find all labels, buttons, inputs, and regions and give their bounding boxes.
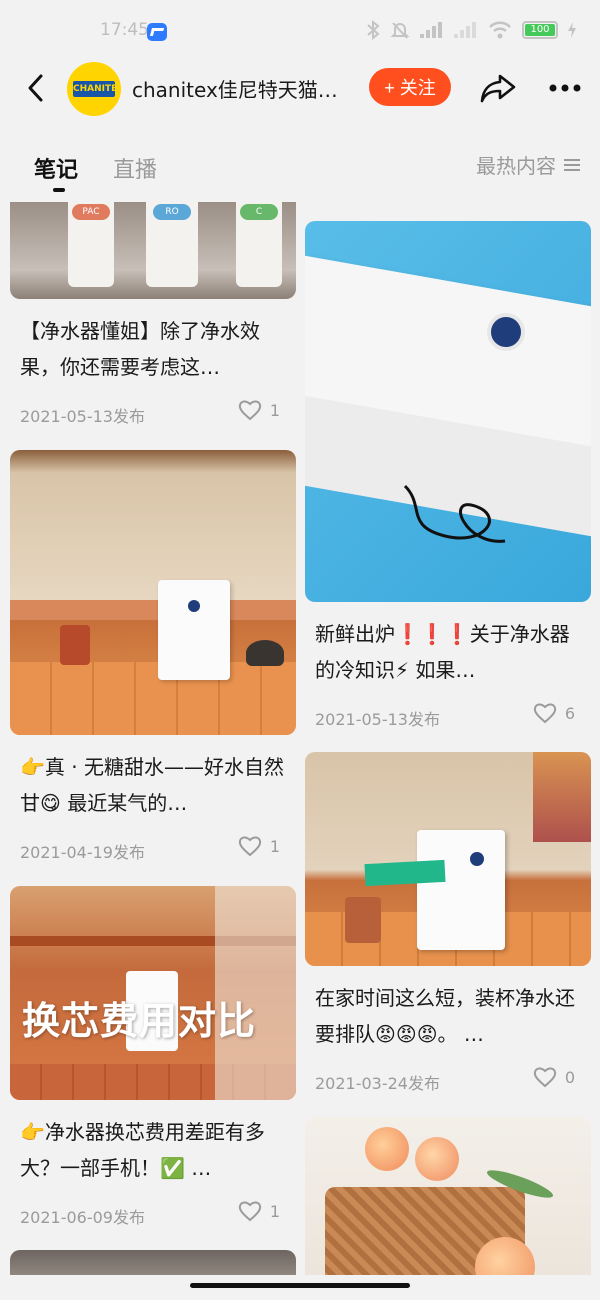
follow-button[interactable]: + 关注 bbox=[369, 68, 451, 106]
post-image-filters[interactable]: PAC RO C bbox=[10, 202, 296, 299]
battery-level: 100 bbox=[525, 24, 555, 36]
charging-icon bbox=[568, 22, 576, 38]
status-icons: 100 bbox=[366, 20, 576, 40]
shop-logo: CHANITEX bbox=[73, 81, 121, 97]
post-meta: 2021-04-19发布 1 bbox=[10, 835, 296, 865]
like-button[interactable]: 1 bbox=[238, 399, 280, 421]
sort-selector[interactable]: 最热内容 bbox=[476, 150, 580, 179]
app-notification-icon bbox=[147, 23, 167, 41]
post-card[interactable]: PAC RO C 【净水器懂姐】除了净水效果，你还需要考虑这… 2021-05-… bbox=[10, 202, 296, 429]
post-date: 2021-06-09发布 bbox=[20, 1208, 145, 1227]
post-card[interactable]: 换芯费用对比 👉净水器换芯费用差距有多大？一部手机！✅ … 2021-06-09… bbox=[10, 886, 296, 1230]
list-menu-icon bbox=[564, 158, 580, 171]
heart-icon bbox=[533, 703, 556, 724]
like-count: 1 bbox=[269, 1201, 280, 1221]
bluetooth-icon bbox=[367, 20, 380, 40]
tab-notes[interactable]: 笔记 bbox=[34, 152, 78, 184]
like-button[interactable]: 0 bbox=[533, 1066, 575, 1088]
more-options-icon[interactable] bbox=[545, 70, 585, 106]
sort-label: 最热内容 bbox=[476, 154, 556, 178]
battery-icon: 100 bbox=[522, 21, 558, 39]
post-meta: 2021-06-09发布 1 bbox=[10, 1200, 296, 1230]
post-meta: 2021-03-24发布 0 bbox=[305, 1066, 591, 1096]
post-image-kitchen-tape[interactable] bbox=[305, 752, 591, 966]
status-time: 17:45 bbox=[100, 20, 149, 40]
post-image-peaches[interactable] bbox=[305, 1117, 591, 1287]
like-button[interactable]: 1 bbox=[238, 1200, 280, 1222]
heart-icon bbox=[238, 836, 261, 857]
post-title: 【净水器懂姐】除了净水效果，你还需要考虑这… bbox=[20, 319, 260, 379]
shop-avatar[interactable]: CHANITEX bbox=[67, 62, 121, 116]
post-date: 2021-05-13发布 bbox=[20, 407, 145, 426]
like-count: 1 bbox=[269, 836, 280, 856]
like-count: 0 bbox=[564, 1067, 575, 1087]
post-card[interactable]: 在家时间这么短，装杯净水还要排队😡😡😡。 … 2021-03-24发布 0 bbox=[305, 752, 591, 1096]
post-image-device-blue[interactable] bbox=[305, 221, 591, 602]
tab-live[interactable]: 直播 bbox=[113, 152, 157, 184]
top-bar: CHANITEX chanitex佳尼特天猫… + 关注 bbox=[0, 62, 600, 116]
post-date: 2021-03-24发布 bbox=[315, 1074, 440, 1093]
post-card[interactable]: 👉真 · 无糖甜水——好水自然甘😋 最近某气的… 2021-04-19发布 1 bbox=[10, 450, 296, 865]
share-icon[interactable] bbox=[478, 70, 518, 106]
post-date: 2021-04-19发布 bbox=[20, 843, 145, 862]
cell-signal-2-icon bbox=[454, 22, 478, 38]
post-title: 在家时间这么短，装杯净水还要排队😡😡😡。 … bbox=[315, 986, 575, 1046]
shop-name[interactable]: chanitex佳尼特天猫… bbox=[132, 74, 360, 103]
post-date: 2021-05-13发布 bbox=[315, 710, 440, 729]
like-count: 1 bbox=[269, 400, 280, 420]
post-title: 👉真 · 无糖甜水——好水自然甘😋 最近某气的… bbox=[20, 755, 284, 815]
content-tabs: 笔记 直播 最热内容 bbox=[0, 140, 600, 196]
heart-icon bbox=[238, 1201, 261, 1222]
home-indicator[interactable] bbox=[190, 1283, 410, 1288]
post-card[interactable]: 新鲜出炉❗❗❗关于净水器的冷知识⚡ 如果… 2021-05-13发布 6 bbox=[305, 221, 591, 732]
filter-label-c: C bbox=[240, 204, 278, 220]
post-meta: 2021-05-13发布 6 bbox=[305, 702, 591, 732]
post-image-kitchen[interactable] bbox=[10, 450, 296, 735]
post-title: 新鲜出炉❗❗❗关于净水器的冷知识⚡ 如果… bbox=[315, 622, 570, 682]
like-count: 6 bbox=[564, 703, 575, 723]
filter-label-ro: RO bbox=[153, 204, 191, 220]
wifi-icon bbox=[489, 21, 511, 39]
status-bar: 17:45 100 bbox=[0, 0, 600, 62]
like-button[interactable]: 1 bbox=[238, 835, 280, 857]
cost-comparison-overlay-text: 换芯费用对比 bbox=[22, 998, 257, 1043]
post-image-cost-comparison[interactable]: 换芯费用对比 bbox=[10, 886, 296, 1100]
mute-bell-icon bbox=[390, 22, 410, 39]
heart-icon bbox=[238, 400, 261, 421]
filter-label-pac: PAC bbox=[72, 204, 110, 220]
heart-icon bbox=[533, 1067, 556, 1088]
back-arrow-icon[interactable] bbox=[20, 70, 56, 106]
post-title: 👉净水器换芯费用差距有多大？一部手机！✅ … bbox=[20, 1120, 265, 1180]
cell-signal-icon bbox=[420, 22, 444, 38]
post-card[interactable] bbox=[305, 1117, 591, 1287]
active-tab-indicator bbox=[53, 188, 65, 192]
post-meta: 2021-05-13发布 1 bbox=[10, 399, 296, 429]
like-button[interactable]: 6 bbox=[533, 702, 575, 724]
